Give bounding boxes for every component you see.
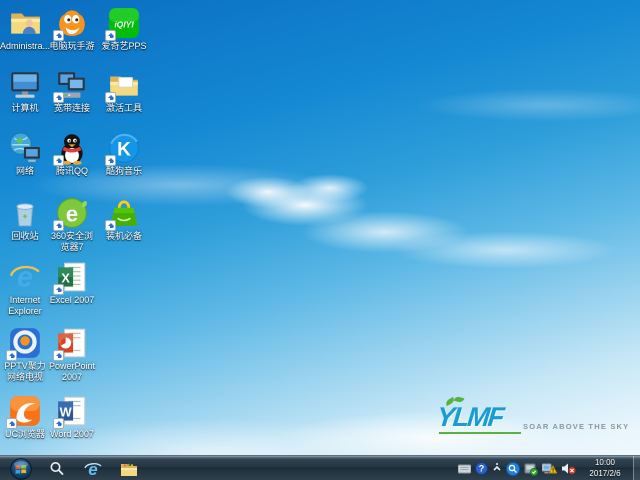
word-icon: W: [55, 394, 89, 428]
show-hidden-icons[interactable]: [492, 462, 502, 475]
storage-ok-icon[interactable]: [524, 462, 538, 476]
shortcut-arrow-icon: [105, 30, 116, 41]
icon-label: 腾讯QQ: [47, 166, 97, 177]
search-button[interactable]: [40, 456, 74, 480]
desktop-icon-administrator[interactable]: Administra...: [0, 6, 50, 52]
logo-slogan: SOAR ABOVE THE SKY: [523, 422, 629, 431]
shortcut-arrow-icon: [53, 155, 64, 166]
computer-icon: [8, 68, 42, 102]
pptv-icon: [8, 326, 42, 360]
shortcut-arrow-icon: [105, 92, 116, 103]
desktop-icon-powerpoint[interactable]: PowerPoint 2007: [47, 326, 97, 383]
svg-text:e: e: [88, 460, 97, 479]
desktop-icon-recycle-bin[interactable]: 回收站: [0, 196, 50, 242]
shortcut-arrow-icon: [53, 284, 64, 295]
icon-label: 电脑玩手游: [47, 41, 97, 52]
icon-label: 酷狗音乐: [99, 166, 149, 177]
uc-icon: [8, 394, 42, 428]
qq-icon: [55, 131, 89, 165]
desktop-icon-broadband[interactable]: 宽带连接: [47, 68, 97, 114]
desktop-icon-network[interactable]: 网络: [0, 131, 50, 177]
icon-label: 网络: [0, 166, 50, 177]
show-desktop-button[interactable]: [633, 456, 640, 480]
svg-text:iQIYI: iQIYI: [114, 19, 134, 29]
desktop-icon-kugou[interactable]: K 酷狗音乐: [99, 131, 149, 177]
icon-label: Administra...: [0, 41, 50, 52]
icon-label: 计算机: [0, 103, 50, 114]
icon-label: 宽带连接: [47, 103, 97, 114]
network-icon: [8, 131, 42, 165]
logo-underline: [439, 432, 521, 434]
desktop-icon-uc-browser[interactable]: UC浏览器: [0, 394, 50, 440]
svg-text:e: e: [66, 202, 78, 227]
shortcut-arrow-icon: [6, 418, 17, 429]
shortcut-arrow-icon: [53, 220, 64, 231]
svg-text:X: X: [61, 270, 70, 285]
ylmf-logo: YLMF SOAR ABOVE THE SKY: [437, 402, 617, 438]
icon-label: 激活工具: [99, 103, 149, 114]
start-button[interactable]: [4, 456, 38, 480]
recycle-bin-icon: [8, 196, 42, 230]
desktop-wallpaper: Administra... 计算机 网络 回收站 e Internet Expl…: [0, 0, 640, 455]
svg-text:?: ?: [479, 464, 485, 474]
ie-taskbar-button[interactable]: e: [76, 456, 110, 480]
icon-label: 360安全浏览器7: [47, 231, 97, 253]
icon-label: Word 2007: [47, 429, 97, 440]
windows-orb-icon: [10, 458, 32, 480]
network-warning-icon[interactable]: [542, 462, 557, 476]
clock-time: 10:00: [578, 457, 632, 468]
clock-date: 2017/2/6: [578, 468, 632, 479]
desktop-icon-internet-explorer[interactable]: e Internet Explorer: [0, 260, 50, 317]
folder-icon: [119, 459, 139, 479]
taskbar: e ?: [0, 455, 640, 480]
shortcut-arrow-icon: [105, 155, 116, 166]
shortcut-arrow-icon: [105, 220, 116, 231]
desktop-icon-computer[interactable]: 计算机: [0, 68, 50, 114]
icon-label: 回收站: [0, 231, 50, 242]
user-folder-icon: [8, 6, 42, 40]
svg-text:K: K: [117, 139, 131, 160]
powerpoint-icon: [55, 326, 89, 360]
desktop-icon-word[interactable]: W Word 2007: [47, 394, 97, 440]
clock[interactable]: 10:00 2017/2/6: [578, 457, 632, 480]
desktop-icon-excel[interactable]: X Excel 2007: [47, 260, 97, 306]
keyboard-indicator-icon[interactable]: [458, 464, 471, 474]
system-tray: ?: [458, 456, 576, 480]
ie-icon: e: [8, 260, 42, 294]
shortcut-arrow-icon: [53, 418, 64, 429]
shortcut-arrow-icon: [53, 30, 64, 41]
game-monster-icon: [55, 6, 89, 40]
desktop-icon-iqiyi[interactable]: iQIYI 爱奇艺PPS: [99, 6, 149, 52]
desktop-icon-360-browser[interactable]: e 360安全浏览器7: [47, 196, 97, 253]
iqiyi-icon: iQIYI: [107, 6, 141, 40]
kugou-icon: K: [107, 131, 141, 165]
browser360-icon: e: [55, 196, 89, 230]
desktop-icon-game-center[interactable]: 电脑玩手游: [47, 6, 97, 52]
icon-label: Internet Explorer: [0, 295, 50, 317]
icon-label: PowerPoint 2007: [47, 361, 97, 383]
help-icon[interactable]: ?: [475, 462, 488, 475]
search-tool-icon[interactable]: [506, 462, 520, 476]
broadband-icon: [55, 68, 89, 102]
shopping-bag-icon: [107, 196, 141, 230]
icon-label: 装机必备: [99, 231, 149, 242]
shortcut-arrow-icon: [6, 350, 17, 361]
icon-label: 爱奇艺PPS: [99, 41, 149, 52]
desktop-icon-pptv[interactable]: PPTV聚力网络电视: [0, 326, 50, 383]
folder-icon: [107, 68, 141, 102]
internet-explorer-icon: e: [83, 459, 103, 479]
icon-label: Excel 2007: [47, 295, 97, 306]
desktop-screen: Administra... 计算机 网络 回收站 e Internet Expl…: [0, 0, 640, 480]
shortcut-arrow-icon: [53, 350, 64, 361]
icon-label: UC浏览器: [0, 429, 50, 440]
desktop-icon-activation-tools[interactable]: 激活工具: [99, 68, 149, 114]
desktop-icon-qq[interactable]: 腾讯QQ: [47, 131, 97, 177]
icon-label: PPTV聚力网络电视: [0, 361, 50, 383]
shortcut-arrow-icon: [53, 92, 64, 103]
explorer-taskbar-button[interactable]: [112, 456, 146, 480]
excel-icon: X: [55, 260, 89, 294]
volume-muted-icon[interactable]: [561, 462, 576, 475]
search-icon: [49, 461, 65, 477]
desktop-icon-essential-software[interactable]: 装机必备: [99, 196, 149, 242]
